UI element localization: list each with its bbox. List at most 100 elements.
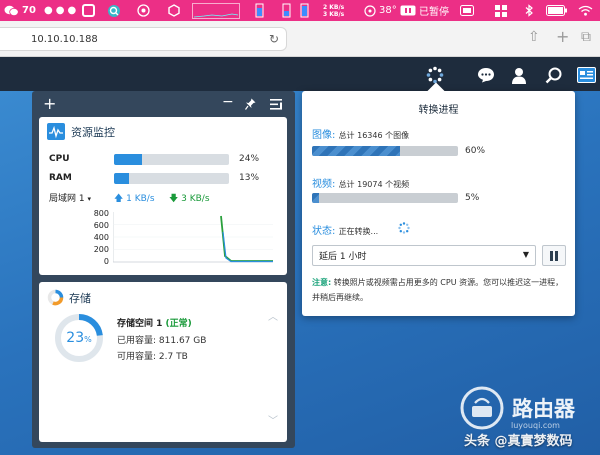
search-button[interactable] [542, 64, 564, 86]
wechat-badge: 70 [22, 5, 36, 16]
dot-icon: ● [55, 5, 65, 16]
download-rate-value: 3 KB/s [181, 194, 210, 204]
y-tick: 200 [93, 245, 109, 254]
conversion-note: 注意: 转换照片或视频需占用更多的 CPU 资源。您可以推迟这一进程，并稍后再继… [312, 275, 567, 305]
donut-percent-unit: % [84, 335, 92, 344]
fan-icon [364, 4, 376, 17]
upload-rate-value: 1 KB/s [126, 194, 155, 204]
donut-percent-value: 23 [66, 330, 85, 346]
wifi-item[interactable] [578, 0, 593, 21]
search-status-item[interactable] [107, 0, 121, 21]
record-icon [400, 5, 416, 16]
network-speed-item[interactable]: 2 KB/s 3 KB/s [323, 0, 344, 21]
address-bar[interactable]: 10.10.10.188 ↻ [0, 27, 287, 51]
share-icon[interactable]: ⇧ [528, 29, 540, 45]
disk-gauge-item[interactable] [282, 0, 292, 21]
dot-icon: ● [44, 5, 53, 16]
pause-icon [550, 250, 553, 261]
cpu-usage-fill [114, 154, 142, 165]
lan-selector[interactable]: 局域网 1 ▾ [49, 191, 91, 204]
temperature-item[interactable]: 38° [364, 0, 397, 21]
grid-status-item[interactable] [495, 0, 507, 21]
pin-icon[interactable] [245, 98, 256, 110]
pause-status-label: 已暂停 [419, 7, 449, 18]
battery-gauge-item[interactable] [300, 0, 310, 21]
download-arrow-icon: 🡇 [169, 194, 179, 204]
volume-status: (正常) [165, 319, 192, 329]
shield-status-item[interactable] [168, 0, 180, 21]
memory-gauge-icon [255, 3, 264, 18]
download-rate: 🡇 3 KB/s [169, 191, 210, 207]
scroll-down-icon[interactable]: ﹀ [268, 412, 278, 427]
system-menubar: 70 ● ● ● 2 KB/s 3 KB/s 38° 已暂停 [0, 0, 600, 21]
gamepad-status-item[interactable] [137, 0, 150, 21]
cpu-usage-bar [114, 154, 229, 165]
wechat-status-item[interactable]: 70 [4, 0, 36, 21]
cpu-graph-icon [192, 2, 240, 19]
new-tab-icon[interactable]: + [556, 27, 569, 46]
delay-select[interactable]: 延后 1 小时 ▼ [312, 245, 536, 266]
chat-bubble-icon [478, 68, 494, 83]
media-pause-item[interactable]: 已暂停 [400, 0, 449, 21]
net-download-speed: 3 KB/s [323, 10, 345, 18]
volume-name[interactable]: 存储空间 1 (正常) [117, 316, 192, 329]
media-status-item[interactable] [460, 0, 474, 21]
resource-monitor-widget: 资源监控 CPU 24% RAM 13% 局域网 1 ▾ 🡅 1 KB/s 🡇 … [39, 117, 287, 275]
y-tick: 0 [103, 257, 109, 266]
grid-icon [495, 4, 507, 17]
memory-gauge-item[interactable] [255, 0, 265, 21]
cpu-graph-item[interactable] [192, 0, 240, 21]
status-value: 正在转换... [338, 227, 379, 236]
reload-icon[interactable]: ↻ [269, 32, 279, 46]
resource-monitor-title: 资源监控 [71, 126, 115, 139]
ubox-status-item[interactable] [82, 0, 95, 21]
status-spinner-icon [398, 222, 410, 234]
add-widget-icon[interactable]: + [43, 94, 56, 113]
ram-percent: 13% [239, 173, 260, 183]
scroll-up-icon[interactable]: ︿ [268, 308, 278, 323]
pause-conversion-button[interactable] [542, 245, 566, 266]
widget-settings-icon[interactable] [270, 99, 282, 110]
cpu-percent: 24% [239, 154, 260, 164]
ram-usage-fill [114, 173, 129, 184]
bluetooth-item[interactable] [525, 0, 533, 21]
status-label: 状态: [312, 226, 336, 237]
y-tick: 400 [93, 233, 109, 242]
watermark-site: luyouqi.com [511, 421, 560, 430]
storage-widget: 存储 23% 存储空间 1 (正常) 已用容量: 811.67 GB 可用容量:… [39, 282, 287, 442]
resource-monitor-icon [47, 123, 65, 140]
upload-series-line [222, 231, 273, 263]
temperature-value: 38° [379, 5, 397, 16]
lan-label: 局域网 1 [49, 194, 85, 204]
photo-progress-bar [312, 146, 458, 156]
bluetooth-icon [525, 4, 533, 17]
used-capacity: 已用容量: 811.67 GB [117, 333, 206, 346]
minimize-icon[interactable]: − [222, 94, 234, 110]
q-search-icon [108, 4, 120, 17]
upload-rate: 🡅 1 KB/s [114, 191, 155, 207]
user-menu-button[interactable] [508, 64, 530, 86]
cpu-label: CPU [49, 154, 70, 164]
watermark-brand: 路由器 [512, 397, 575, 421]
chevron-down-icon: ▼ [522, 250, 529, 259]
pause-icon [555, 250, 558, 261]
popover-title: 转换进程 [418, 105, 459, 116]
net-upload-speed: 2 KB/s [323, 3, 345, 11]
user-icon [512, 67, 526, 84]
storage-icon [47, 289, 64, 306]
dot-icon: ● [67, 5, 77, 16]
volume-name-text: 存储空间 1 [117, 319, 163, 329]
video-progress-bar [312, 193, 458, 203]
donut-percent: 23% [54, 330, 104, 346]
tabs-overview-icon[interactable]: ⧉ [581, 29, 591, 45]
free-capacity: 可用容量: 2.7 TB [117, 349, 188, 362]
video-detail: 总计 19074 个视频 [338, 180, 410, 189]
messages-button[interactable] [475, 64, 497, 86]
battery-item[interactable] [546, 0, 568, 21]
used-capacity-label: 已用容量: [117, 336, 157, 346]
wifi-icon [578, 5, 593, 16]
widget-card-icon [576, 67, 596, 83]
widgets-toggle-button[interactable] [575, 64, 597, 86]
conversion-progress-popover: 转换进程 图像: 总计 16346 个图像 60% 视频: 总计 19074 个… [302, 82, 575, 316]
router-logo-icon [460, 386, 504, 430]
